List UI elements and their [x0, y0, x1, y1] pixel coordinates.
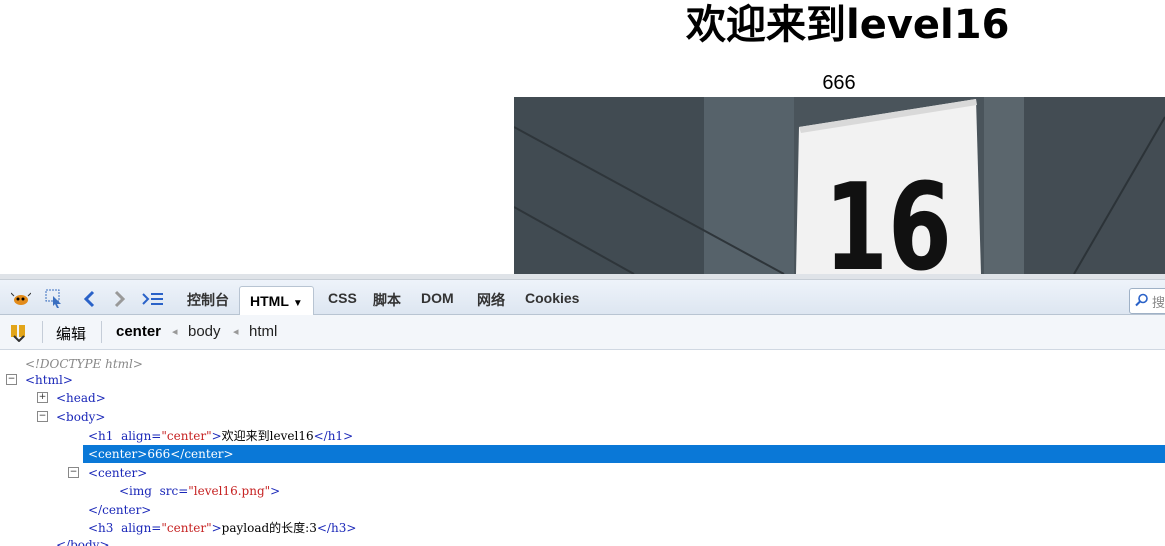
breadcrumb: 编辑 center ◂ body ◂ html — [0, 315, 1165, 350]
html-tag: <html> — [25, 373, 73, 387]
divider — [101, 321, 102, 343]
head-tag: <head> — [56, 391, 106, 405]
tab-script[interactable]: 脚本 — [373, 290, 401, 310]
breadcrumb-arrow-icon: ◂ — [172, 326, 178, 338]
tab-network[interactable]: 网络 — [477, 290, 505, 310]
tree-h1[interactable]: <h1 align="center">欢迎来到level16</h1> — [88, 427, 353, 445]
tab-css[interactable]: CSS — [328, 290, 357, 306]
h1-tag: <h1 — [88, 429, 114, 443]
level16-image: 16 — [514, 97, 1165, 274]
tree-head[interactable]: <head> — [56, 389, 106, 407]
img-bracket: > — [270, 484, 281, 498]
firebug-icon[interactable] — [10, 288, 32, 310]
inspect-icon[interactable] — [44, 288, 66, 310]
h3-attr-value: "center" — [161, 521, 212, 535]
h1-text: 欢迎来到level16 — [221, 429, 314, 443]
tree-center-2[interactable]: <center> — [88, 464, 147, 482]
center-text-node: 666 — [147, 447, 171, 461]
image-number: 16 — [824, 159, 952, 274]
forward-icon[interactable] — [109, 288, 131, 310]
tree-body-close[interactable]: </body> — [56, 536, 110, 546]
tree-img[interactable]: <img src="level16.png"> — [119, 482, 280, 500]
tree-html[interactable]: <html> — [25, 371, 73, 389]
breadcrumb-html[interactable]: html — [249, 323, 277, 340]
h1-attr: align= — [121, 429, 162, 443]
edit-mode-icon[interactable] — [8, 321, 30, 343]
tab-cookies[interactable]: Cookies — [525, 290, 579, 306]
back-icon[interactable] — [78, 288, 100, 310]
tab-html-label: HTML — [250, 293, 289, 309]
center2-close-tag: </center> — [88, 503, 152, 517]
tree-h3[interactable]: <h3 align="center">payload的长度:3</h3> — [88, 519, 356, 537]
h3-text: payload的长度:3 — [221, 521, 317, 535]
collapse-icon[interactable]: − — [68, 467, 79, 478]
tree-center-2-close[interactable]: </center> — [88, 501, 151, 519]
tree-center-selected[interactable]: <center>666</center> — [83, 445, 1165, 463]
center-close-tag: </center> — [170, 447, 234, 461]
doctype-text: <!DOCTYPE html> — [25, 357, 143, 371]
h1-bracket: > — [211, 429, 222, 443]
collapse-icon[interactable]: − — [6, 374, 17, 385]
breadcrumb-body[interactable]: body — [188, 323, 221, 340]
tab-dom[interactable]: DOM — [421, 290, 454, 306]
divider — [42, 321, 43, 343]
h3-bracket: > — [211, 521, 222, 535]
search-input[interactable]: 搜 — [1129, 288, 1165, 314]
search-icon — [1135, 293, 1148, 307]
img-attr-value: "level16.png" — [188, 484, 271, 498]
h3-attr: align= — [121, 521, 162, 535]
breadcrumb-arrow-icon: ◂ — [233, 326, 239, 338]
collapse-icon[interactable]: − — [37, 411, 48, 422]
img-tag: <img — [119, 484, 152, 498]
rendered-page: 欢迎来到level16 666 16 — [0, 0, 1165, 274]
devtools-toolbar: 控制台 HTML ▼ CSS 脚本 DOM 网络 Cookies 搜 — [0, 280, 1165, 315]
h3-tag: <h3 — [88, 521, 114, 535]
center-tag: <center> — [88, 447, 148, 461]
expand-list-icon[interactable] — [142, 288, 164, 310]
h1-close-tag: </h1> — [313, 429, 354, 443]
devtools-panel: 控制台 HTML ▼ CSS 脚本 DOM 网络 Cookies 搜 编辑 cen… — [0, 274, 1165, 546]
breadcrumb-center[interactable]: center — [116, 323, 161, 340]
h1-attr-value: "center" — [161, 429, 212, 443]
tab-console[interactable]: 控制台 — [187, 290, 229, 310]
body-close-tag: </body> — [56, 538, 110, 546]
tree-body[interactable]: <body> — [56, 408, 105, 426]
body-tag: <body> — [56, 410, 106, 424]
img-attr: src= — [159, 484, 189, 498]
center2-tag: <center> — [88, 466, 148, 480]
search-placeholder: 搜 — [1152, 295, 1165, 310]
center-text: 666 — [822, 72, 856, 94]
chevron-down-icon[interactable]: ▼ — [293, 298, 303, 309]
h3-close-tag: </h3> — [316, 521, 357, 535]
tab-html[interactable]: HTML ▼ — [239, 286, 314, 315]
edit-button[interactable]: 编辑 — [56, 323, 86, 344]
page-heading: 欢迎来到level16 — [686, 2, 1010, 48]
expand-icon[interactable]: + — [37, 392, 48, 403]
